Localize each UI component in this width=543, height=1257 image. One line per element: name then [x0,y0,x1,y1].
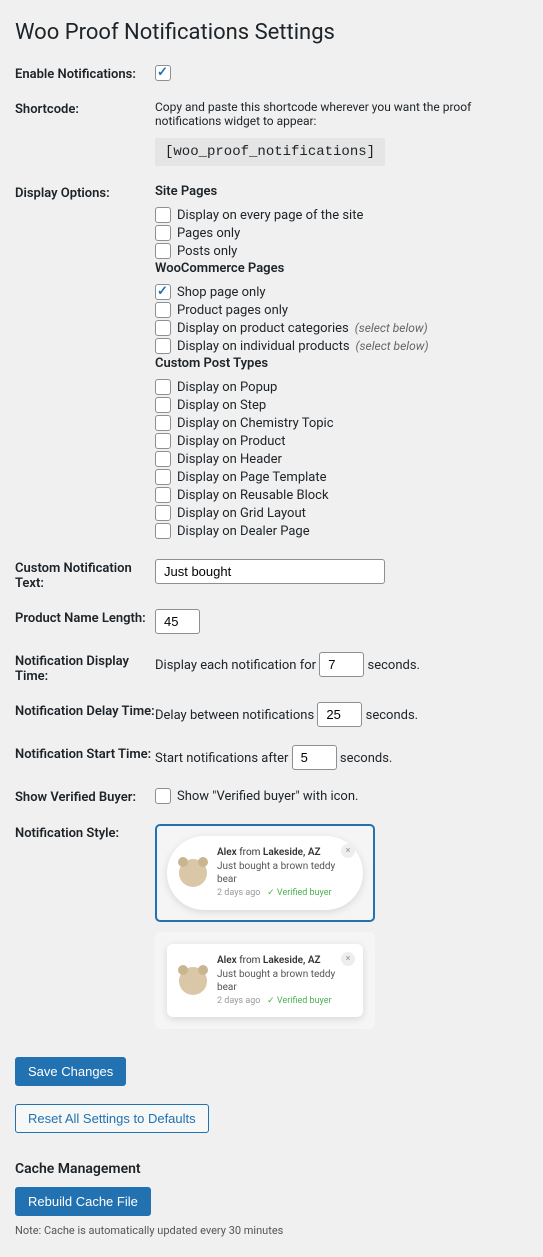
display-option-checkbox[interactable] [155,487,171,503]
display-option-checkbox[interactable] [155,207,171,223]
display-group-heading: Site Pages [155,184,528,199]
start-time-prefix: Start notifications after [155,751,288,766]
display-option-label[interactable]: Display on individual products [177,339,350,354]
display-option-label[interactable]: Display on Chemistry Topic [177,416,334,431]
delay-time-prefix: Delay between notifications [155,708,314,723]
start-time-input[interactable] [292,745,337,770]
display-option-checkbox[interactable] [155,397,171,413]
select-below-hint: (select below) [356,339,429,353]
display-option-checkbox[interactable] [155,225,171,241]
display-time-input[interactable] [319,652,364,677]
delay-time-label: Notification Delay Time: [15,702,155,719]
page-title: Woo Proof Notifications Settings [15,20,528,45]
name-length-input[interactable] [155,609,200,634]
verified-label: Show Verified Buyer: [15,788,155,805]
display-time-suffix: seconds. [368,658,420,673]
display-option-label[interactable]: Display on Page Template [177,470,327,485]
delay-time-suffix: seconds. [366,708,418,723]
display-time-label: Notification Display Time: [15,652,155,684]
select-below-hint: (select below) [355,321,428,335]
notification-style-option[interactable]: Alex from Lakeside, AZJust bought a brow… [155,824,375,922]
display-option-checkbox[interactable] [155,379,171,395]
display-option-checkbox[interactable] [155,505,171,521]
close-icon[interactable]: × [341,844,355,858]
rebuild-cache-button[interactable]: Rebuild Cache File [15,1187,151,1216]
display-group-heading: Custom Post Types [155,356,528,371]
display-option-checkbox[interactable] [155,284,171,300]
display-option-checkbox[interactable] [155,338,171,354]
display-option-label[interactable]: Display on Step [177,398,266,413]
name-length-label: Product Name Length: [15,609,155,626]
delay-time-input[interactable] [317,702,362,727]
enable-label: Enable Notifications: [15,65,155,82]
style-label: Notification Style: [15,824,155,841]
display-option-label[interactable]: Shop page only [177,285,266,300]
display-option-label[interactable]: Display on Grid Layout [177,506,306,521]
shortcode-label: Shortcode: [15,100,155,117]
teddy-bear-icon [179,859,207,887]
custom-text-input[interactable] [155,559,385,584]
display-option-label[interactable]: Display on Popup [177,380,277,395]
cache-title: Cache Management [15,1161,528,1177]
display-option-label[interactable]: Display on Reusable Block [177,488,329,503]
teddy-bear-icon [179,967,207,995]
display-options-label: Display Options: [15,184,155,201]
display-option-label[interactable]: Display on Header [177,452,282,467]
verified-checkbox-label[interactable]: Show "Verified buyer" with icon. [177,789,358,804]
notification-style-option[interactable]: Alex from Lakeside, AZJust bought a brow… [155,932,375,1030]
save-button[interactable]: Save Changes [15,1057,126,1086]
display-option-checkbox[interactable] [155,433,171,449]
display-option-checkbox[interactable] [155,415,171,431]
display-option-label[interactable]: Display on Product [177,434,285,449]
cache-note: Note: Cache is automatically updated eve… [15,1224,528,1237]
verified-checkbox[interactable] [155,788,171,804]
notification-preview-body: Alex from Lakeside, AZJust bought a brow… [217,954,351,1008]
display-time-prefix: Display each notification for [155,658,316,673]
custom-text-label: Custom Notification Text: [15,559,155,591]
display-option-checkbox[interactable] [155,469,171,485]
notification-preview-body: Alex from Lakeside, AZJust bought a brow… [217,846,351,900]
display-option-label[interactable]: Posts only [177,244,237,259]
display-group-heading: WooCommerce Pages [155,261,528,276]
enable-checkbox[interactable] [155,65,171,81]
display-option-label[interactable]: Pages only [177,226,240,241]
reset-button[interactable]: Reset All Settings to Defaults [15,1104,209,1133]
close-icon[interactable]: × [341,952,355,966]
display-option-checkbox[interactable] [155,523,171,539]
display-option-label[interactable]: Display on every page of the site [177,208,363,223]
display-option-label[interactable]: Display on Dealer Page [177,524,310,539]
start-time-label: Notification Start Time: [15,745,155,762]
display-option-label[interactable]: Display on product categories [177,321,349,336]
shortcode-code[interactable]: [woo_proof_notifications] [155,138,385,166]
display-option-checkbox[interactable] [155,451,171,467]
shortcode-hint: Copy and paste this shortcode wherever y… [155,100,528,128]
start-time-suffix: seconds. [340,751,392,766]
display-option-checkbox[interactable] [155,243,171,259]
display-option-checkbox[interactable] [155,320,171,336]
display-option-checkbox[interactable] [155,302,171,318]
display-option-label[interactable]: Product pages only [177,303,288,318]
